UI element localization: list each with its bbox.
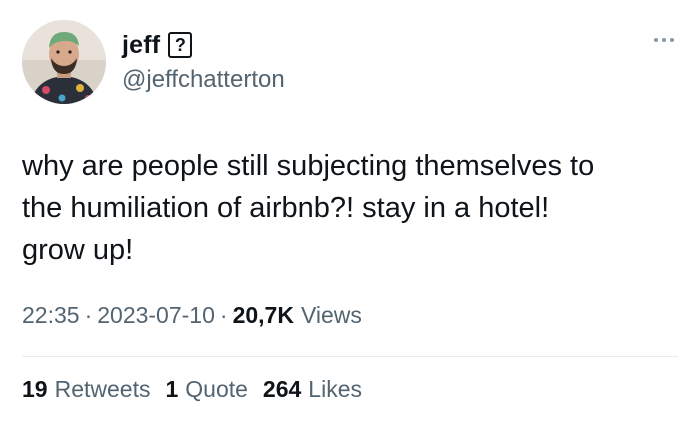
avatar-image	[22, 20, 106, 104]
tweet-time[interactable]: 22:35	[22, 302, 80, 329]
views-count: 20,7K	[232, 302, 294, 328]
likes-label: Likes	[308, 376, 362, 402]
more-options-icon[interactable]	[650, 34, 678, 46]
meta-separator: ·	[219, 302, 228, 328]
tweet-card: jeff ? @jeffchatterton why are people st…	[0, 0, 700, 430]
tweet-meta: 22:35 · 2023-07-10 · 20,7K Views	[22, 302, 362, 329]
divider	[22, 356, 678, 357]
tweet-text-line: grow up!	[22, 234, 134, 266]
tweet-text-line: why are people still subjecting themselv…	[22, 150, 595, 182]
avatar[interactable]	[22, 20, 106, 104]
engagement-stats: 19 Retweets 1 Quote 264 Likes	[22, 376, 377, 403]
badge-icon: ?	[168, 32, 193, 58]
author-names: jeff ? @jeffchatterton	[122, 31, 285, 94]
views-label: Views	[300, 302, 362, 328]
quotes-count: 1	[165, 376, 179, 402]
name-row: jeff ?	[122, 31, 285, 60]
quotes-stat[interactable]: 1 Quote	[165, 376, 247, 403]
author-display-name[interactable]: jeff	[122, 31, 160, 60]
retweets-label: Retweets	[54, 376, 151, 402]
likes-stat[interactable]: 264 Likes	[263, 376, 362, 403]
more-dot	[662, 38, 666, 42]
tweet-text-line: the humiliation of airbnb?! stay in a ho…	[22, 192, 550, 224]
quotes-label: Quote	[185, 376, 248, 402]
tweet-text: why are people still subjecting themselv…	[22, 145, 682, 271]
more-dot	[670, 38, 674, 42]
tweet-header: jeff ? @jeffchatterton	[22, 20, 285, 104]
meta-separator: ·	[84, 302, 93, 328]
retweets-stat[interactable]: 19 Retweets	[22, 376, 150, 403]
likes-count: 264	[262, 376, 302, 402]
more-dot	[654, 38, 658, 42]
retweets-count: 19	[22, 376, 48, 402]
author-handle[interactable]: @jeffchatterton	[122, 66, 285, 94]
tweet-date[interactable]: 2023-07-10	[97, 302, 215, 329]
